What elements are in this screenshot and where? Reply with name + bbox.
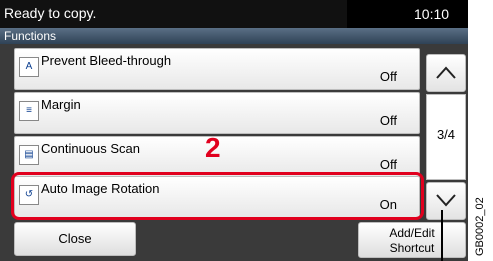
section-header: Functions [0,28,468,44]
function-item-value: Off [379,157,397,172]
function-item-margin[interactable]: ≡ Margin Off [14,92,420,134]
status-time-area [347,0,468,28]
bleed-through-icon: A [19,57,39,77]
callout-number: 2 [205,132,221,163]
function-item-prevent-bleed-through[interactable]: A Prevent Bleed-through Off [14,48,420,90]
page-indicator: 3/4 [436,127,456,142]
chevron-down-icon [436,194,456,207]
section-title: Functions [4,29,57,43]
continuous-scan-icon: ▤ [19,145,39,165]
margin-icon: ≡ [19,101,39,121]
function-item-label: Margin [41,97,81,112]
status-time: 10:10 [414,6,450,22]
selection-highlight [11,172,424,220]
copy-functions-screen: Ready to copy. 10:10 Functions A Prevent… [0,0,468,261]
function-item-value: Off [379,69,397,84]
status-bar: Ready to copy. 10:10 [0,0,468,28]
shortcut-label: Shortcut [389,241,435,255]
scroll-down-button[interactable] [426,182,466,220]
add-edit-shortcut-button[interactable]: Add/Edit Shortcut [358,222,466,258]
add-edit-label: Add/Edit [389,226,435,240]
chevron-up-icon [436,66,456,79]
function-item-label: Prevent Bleed-through [41,53,172,68]
function-item-label: Continuous Scan [41,141,141,156]
callout-pointer-line [441,210,443,261]
status-message: Ready to copy. [4,5,97,21]
close-button[interactable]: Close [14,222,136,256]
figure-reference-code: GB0002_02 [474,197,486,256]
scroll-up-button[interactable] [426,54,466,92]
function-item-value: Off [379,113,397,128]
close-button-label: Close [58,231,92,246]
page-indicator-box: 3/4 [426,94,466,180]
